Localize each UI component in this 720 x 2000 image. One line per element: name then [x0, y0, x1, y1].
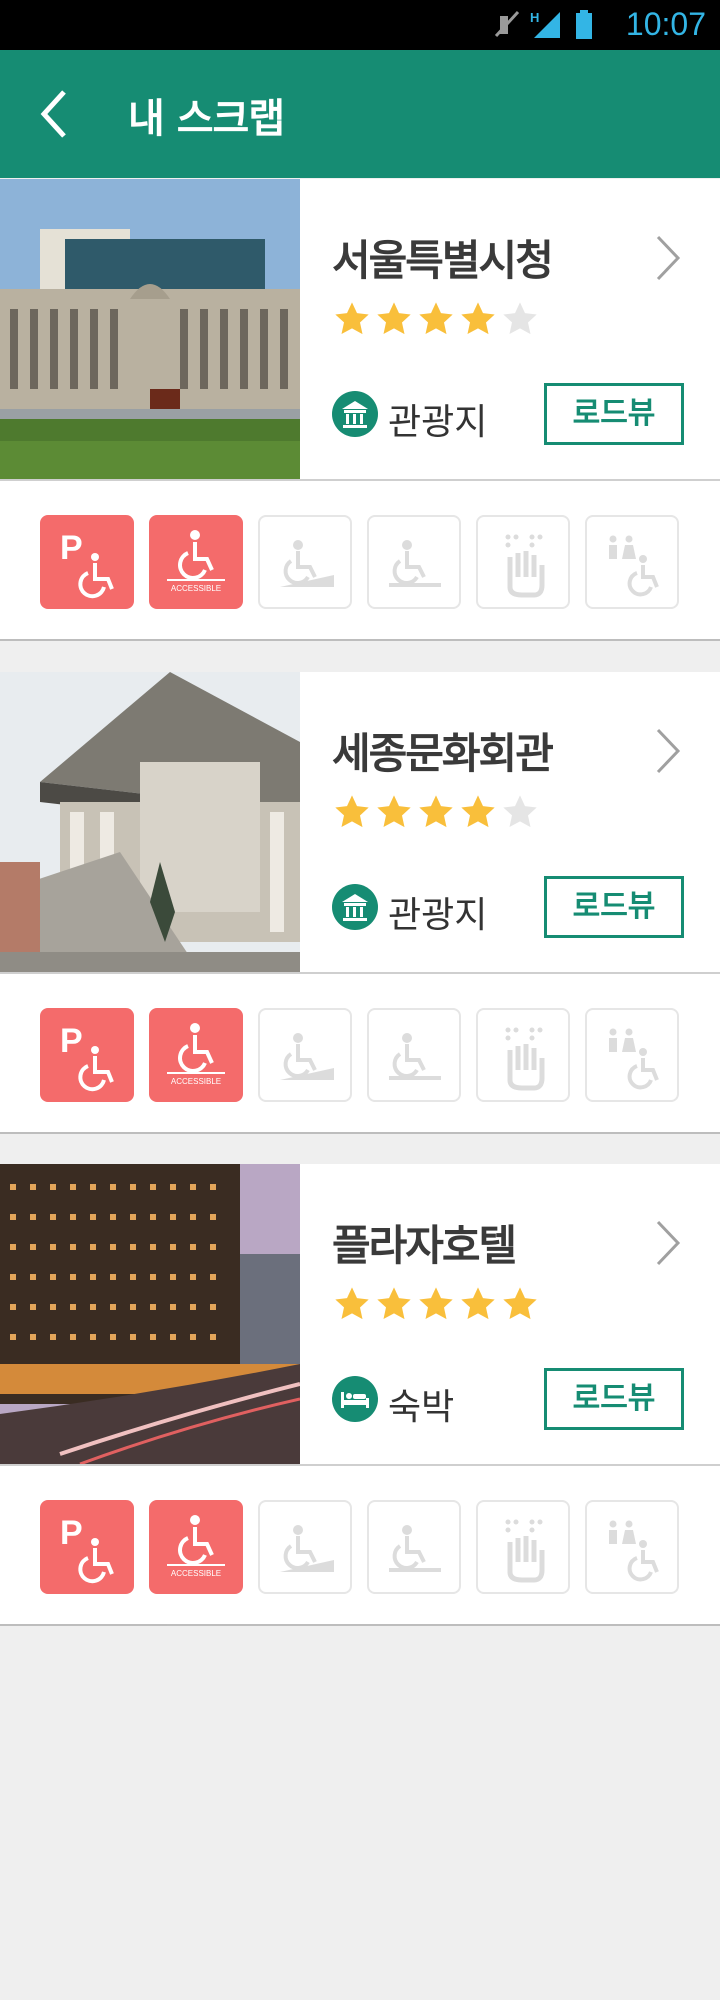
- parking-accessible-icon[interactable]: P: [40, 515, 134, 609]
- ramp-icon[interactable]: [258, 1008, 352, 1102]
- wheelchair-accessible-icon[interactable]: ACCESSIBLE: [149, 1500, 243, 1594]
- elevator-icon[interactable]: [367, 1500, 461, 1594]
- category-label: 숙박: [388, 1387, 455, 1428]
- star-icon: [377, 1287, 411, 1320]
- place-photo[interactable]: [0, 672, 300, 972]
- chevron-right-icon[interactable]: [654, 1218, 682, 1268]
- app-bar: 내 스크랩: [0, 50, 720, 178]
- page-title: 내 스크랩: [128, 96, 285, 142]
- braille-icon[interactable]: [476, 1500, 570, 1594]
- place-name[interactable]: 플라자호텔: [332, 1212, 517, 1273]
- svg-text:P: P: [60, 1022, 83, 1060]
- divider: [0, 479, 720, 481]
- elevator-icon[interactable]: [367, 515, 461, 609]
- star-icon: [377, 302, 411, 335]
- mute-icon: [494, 10, 520, 38]
- battery-icon: [576, 10, 592, 39]
- star-icon: [335, 302, 369, 335]
- star-icon: [335, 1287, 369, 1320]
- svg-text:P: P: [60, 1514, 83, 1552]
- divider: [0, 1132, 720, 1134]
- svg-text:H: H: [530, 10, 539, 25]
- landmark-icon: [332, 884, 378, 930]
- braille-icon[interactable]: [476, 1008, 570, 1102]
- star-empty-icon: [503, 302, 537, 335]
- place-card: 서울특별시청 관광지 로드뷰 P ACCESSIBLE: [0, 179, 720, 641]
- accessible-restroom-icon[interactable]: [585, 515, 679, 609]
- svg-text:ACCESSIBLE: ACCESSIBLE: [171, 584, 221, 593]
- roadview-button[interactable]: 로드뷰: [544, 876, 684, 938]
- elevator-icon[interactable]: [367, 1008, 461, 1102]
- status-time: 10:07: [625, 6, 706, 42]
- place-card: 세종문화회관 관광지 로드뷰 P ACCESSIBLE: [0, 672, 720, 1134]
- wheelchair-accessible-icon[interactable]: ACCESSIBLE: [149, 515, 243, 609]
- roadview-button[interactable]: 로드뷰: [544, 383, 684, 445]
- parking-accessible-icon[interactable]: P: [40, 1500, 134, 1594]
- ramp-icon[interactable]: [258, 1500, 352, 1594]
- ramp-icon[interactable]: [258, 515, 352, 609]
- svg-text:P: P: [60, 529, 83, 567]
- rating-stars: [332, 1284, 542, 1326]
- braille-icon[interactable]: [476, 515, 570, 609]
- place-name[interactable]: 서울특별시청: [332, 227, 554, 288]
- star-icon: [461, 1287, 495, 1320]
- place-card: 플라자호텔 숙박 로드뷰 P ACCESSIBLE: [0, 1164, 720, 1626]
- chevron-left-icon: [40, 90, 66, 138]
- svg-text:ACCESSIBLE: ACCESSIBLE: [171, 1077, 221, 1086]
- star-icon: [419, 302, 453, 335]
- star-icon: [503, 1287, 537, 1320]
- star-icon: [461, 795, 495, 828]
- rating-stars: [332, 299, 542, 341]
- star-empty-icon: [503, 795, 537, 828]
- status-bar: H 10:07: [0, 0, 720, 50]
- star-icon: [335, 795, 369, 828]
- place-photo[interactable]: [0, 1164, 300, 1464]
- divider: [0, 639, 720, 641]
- divider: [0, 1624, 720, 1626]
- place-name[interactable]: 세종문화회관: [332, 720, 554, 781]
- category-label: 관광지: [388, 895, 488, 936]
- divider: [0, 1464, 720, 1466]
- star-icon: [419, 795, 453, 828]
- landmark-icon: [332, 391, 378, 437]
- accessible-restroom-icon[interactable]: [585, 1008, 679, 1102]
- parking-accessible-icon[interactable]: P: [40, 1008, 134, 1102]
- status-icons: H: [490, 8, 600, 42]
- svg-text:ACCESSIBLE: ACCESSIBLE: [171, 1569, 221, 1578]
- category-label: 관광지: [388, 402, 488, 443]
- roadview-button[interactable]: 로드뷰: [544, 1368, 684, 1430]
- chevron-right-icon[interactable]: [654, 233, 682, 283]
- star-icon: [377, 795, 411, 828]
- place-photo[interactable]: [0, 179, 300, 479]
- divider: [0, 972, 720, 974]
- signal-icon: H: [530, 10, 560, 38]
- bed-icon: [332, 1376, 378, 1422]
- wheelchair-accessible-icon[interactable]: ACCESSIBLE: [149, 1008, 243, 1102]
- star-icon: [461, 302, 495, 335]
- accessible-restroom-icon[interactable]: [585, 1500, 679, 1594]
- rating-stars: [332, 792, 542, 834]
- star-icon: [419, 1287, 453, 1320]
- chevron-right-icon[interactable]: [654, 726, 682, 776]
- back-button[interactable]: [34, 88, 74, 140]
